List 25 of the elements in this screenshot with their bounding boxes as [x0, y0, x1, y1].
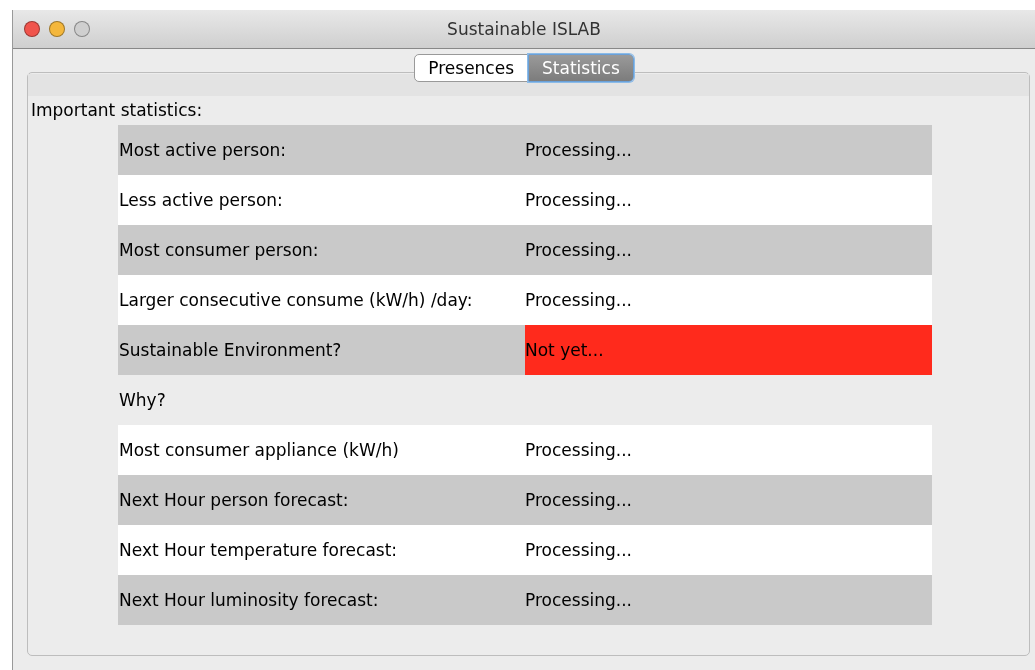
zoom-button[interactable] — [74, 21, 90, 37]
window-title: Sustainable ISLAB — [447, 19, 601, 39]
row-value: Processing... — [525, 475, 932, 525]
row-value: Processing... — [525, 175, 932, 225]
row-label: Next Hour person forecast: — [119, 490, 349, 510]
row-label: Less active person: — [119, 190, 283, 210]
row-value: Not yet... — [525, 325, 932, 375]
row-value: Processing... — [525, 575, 932, 625]
row-label: Most consumer appliance (kW/h) — [119, 440, 399, 460]
row-label: Next Hour luminosity forecast: — [119, 590, 379, 610]
close-button[interactable] — [24, 21, 40, 37]
row-label: Most active person: — [119, 140, 287, 160]
row-label: Next Hour temperature forecast: — [119, 540, 398, 560]
tab[interactable]: Presences — [414, 54, 529, 82]
row-label: Most consumer person: — [119, 240, 319, 260]
row-label: Why? — [119, 390, 166, 410]
row-label: Larger consecutive consume (kW/h) /day: — [119, 290, 473, 310]
section-heading: Important statistics: — [31, 100, 203, 120]
minimize-button[interactable] — [49, 21, 65, 37]
row-value: Processing... — [525, 525, 932, 575]
row-value: Processing... — [525, 425, 932, 475]
row-value: Processing... — [525, 125, 932, 175]
row-value: Processing... — [525, 275, 932, 325]
row-value: Processing... — [525, 225, 932, 275]
row-label: Sustainable Environment? — [119, 340, 342, 360]
